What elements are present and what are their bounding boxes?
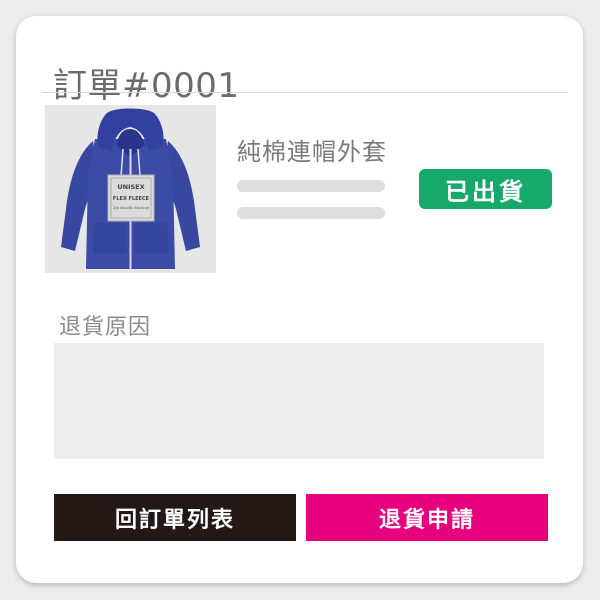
return-reason-input[interactable] <box>54 343 544 459</box>
svg-text:Zip Hoodie Mockup: Zip Hoodie Mockup <box>112 206 150 210</box>
hoodie-image: UNISEX FLEX FLEECE Zip Hoodie Mockup <box>61 108 200 269</box>
product-image: UNISEX FLEX FLEECE Zip Hoodie Mockup <box>45 105 216 273</box>
status-badge: 已出貨 <box>419 169 552 209</box>
placeholder-line <box>237 180 385 192</box>
order-card: 訂單#0001 UNISEX FLEX FLEECE Zip Hoodie Mo… <box>16 16 583 583</box>
divider <box>42 92 568 93</box>
placeholder-line <box>237 207 385 219</box>
svg-text:UNISEX: UNISEX <box>117 183 144 191</box>
order-title: 訂單#0001 <box>53 66 240 106</box>
submit-return-button[interactable]: 退貨申請 <box>306 494 548 541</box>
product-name: 純棉連帽外套 <box>237 138 387 166</box>
svg-text:FLEX FLEECE: FLEX FLEECE <box>113 196 150 202</box>
return-reason-label: 退貨原因 <box>59 315 152 340</box>
back-to-orders-button[interactable]: 回訂單列表 <box>54 494 296 541</box>
